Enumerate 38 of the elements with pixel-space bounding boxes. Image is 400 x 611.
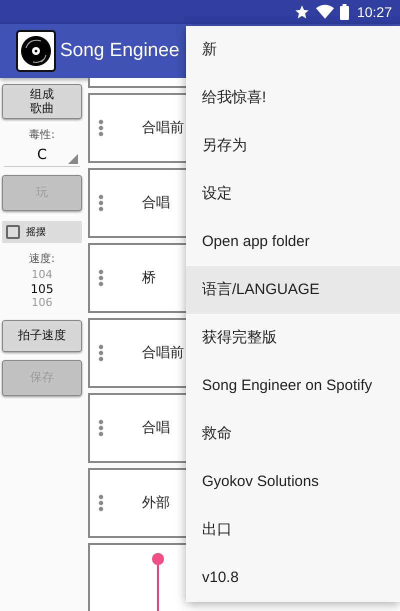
menu-item[interactable]: Gyokov Solutions xyxy=(186,458,400,506)
tempo-value[interactable]: 105 xyxy=(30,282,54,296)
drag-handle-icon[interactable] xyxy=(98,494,104,512)
wifi-icon xyxy=(316,4,334,20)
star-icon xyxy=(294,4,310,20)
tempo-label: 速度: xyxy=(29,250,55,266)
drag-handle-icon[interactable] xyxy=(98,419,104,437)
key-label: 毒性: xyxy=(29,126,55,142)
swing-checkbox[interactable]: 摇摆 xyxy=(2,220,82,243)
menu-item[interactable]: 救命 xyxy=(186,410,400,458)
section-name: 合唱前 xyxy=(142,119,184,137)
key-dropdown[interactable]: C xyxy=(4,144,80,167)
drag-handle-icon[interactable] xyxy=(98,344,104,362)
menu-item[interactable]: 新 xyxy=(186,26,400,74)
menu-item[interactable]: 设定 xyxy=(186,170,400,218)
menu-item[interactable]: 出口 xyxy=(186,506,400,554)
menu-item[interactable]: v10.8 xyxy=(186,554,400,602)
section-name: 桥 xyxy=(142,269,156,287)
clock: 10:27 xyxy=(356,4,392,20)
menu-item[interactable]: Open app folder xyxy=(186,218,400,266)
section-name: 合唱 xyxy=(142,419,170,437)
menu-item[interactable]: 给我惊喜! xyxy=(186,74,400,122)
menu-item[interactable]: 语言/LANGUAGE xyxy=(186,266,400,314)
battery-icon xyxy=(340,4,349,20)
section-name: 合唱 xyxy=(142,194,170,212)
section-name: 合唱前 xyxy=(142,344,184,362)
drag-handle-icon[interactable] xyxy=(98,194,104,212)
vinyl-record-icon xyxy=(16,30,56,72)
menu-item[interactable]: Song Engineer on Spotify xyxy=(186,362,400,410)
drag-handle-icon[interactable] xyxy=(98,119,104,137)
tap-tempo-button[interactable]: 拍子速度 xyxy=(2,320,82,352)
drag-handle-icon[interactable] xyxy=(98,269,104,287)
app-title: Song Enginee xyxy=(60,40,180,62)
menu-item[interactable]: 另存为 xyxy=(186,122,400,170)
menu-item[interactable]: 获得完整版 xyxy=(186,314,400,362)
compose-song-button[interactable]: 组成歌曲 xyxy=(2,84,82,119)
section-name: 外部 xyxy=(142,494,170,512)
slider-drawing[interactable] xyxy=(150,551,166,611)
